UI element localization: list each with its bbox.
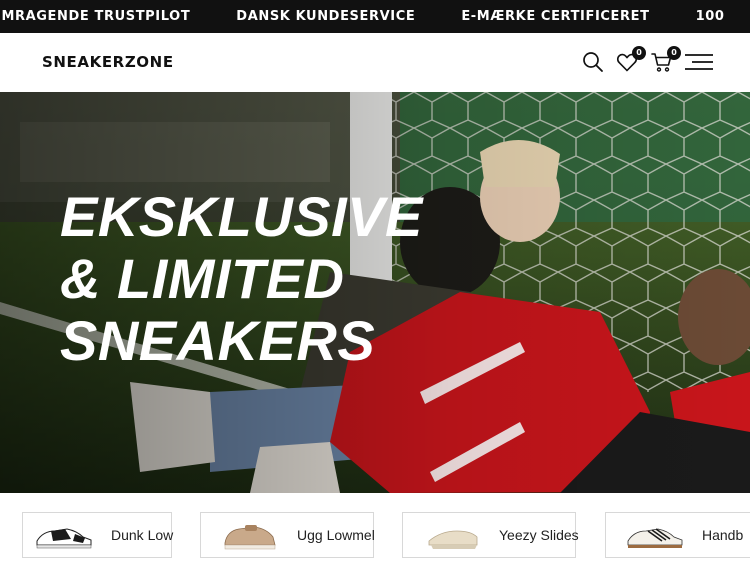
hero-heading: EKSKLUSIVE & LIMITED SNEAKERS bbox=[60, 186, 480, 372]
search-icon bbox=[583, 52, 603, 72]
sneaker-thumbnail bbox=[428, 530, 478, 549]
category-label: Yeezy Slides bbox=[499, 527, 579, 543]
announcement-track: EMRAGENDE TRUSTPILOT DANSK KUNDESERVICE … bbox=[0, 0, 750, 33]
category-carousel: Dunk Low Ugg Lowmel Yeezy Slides Handb bbox=[0, 493, 750, 563]
announcement-item: DANSK KUNDESERVICE bbox=[236, 9, 416, 24]
cart-button[interactable]: 0 bbox=[650, 46, 681, 76]
wishlist-count-badge: 0 bbox=[632, 46, 646, 60]
hero-heading-line: EKSKLUSIVE bbox=[60, 185, 423, 248]
category-card-yeezy-slides[interactable]: Yeezy Slides bbox=[402, 512, 579, 558]
category-card-dunk-low[interactable]: Dunk Low bbox=[22, 512, 174, 558]
category-card-handball[interactable]: Handb bbox=[605, 512, 750, 558]
announcement-item: EMRAGENDE TRUSTPILOT bbox=[0, 9, 191, 24]
category-card-ugg-lowmel[interactable]: Ugg Lowmel bbox=[200, 512, 375, 558]
search-button[interactable] bbox=[581, 50, 607, 76]
hamburger-menu-icon bbox=[685, 54, 713, 70]
sneaker-thumbnail bbox=[627, 528, 683, 548]
sneaker-thumbnail bbox=[224, 525, 276, 550]
hero-banner[interactable]: EKSKLUSIVE & LIMITED SNEAKERS bbox=[0, 92, 750, 493]
cart-count-badge: 0 bbox=[667, 46, 681, 60]
announcement-item: 100 bbox=[695, 9, 725, 24]
menu-button[interactable] bbox=[684, 50, 714, 76]
wishlist-button[interactable]: 0 bbox=[615, 46, 646, 76]
sneaker-thumbnail bbox=[36, 528, 92, 549]
category-label: Handb bbox=[702, 527, 744, 543]
category-label: Ugg Lowmel bbox=[297, 527, 375, 543]
site-header: SNEAKERZONE 0 0 bbox=[0, 33, 750, 92]
hero-heading-line: & LIMITED bbox=[60, 247, 345, 310]
hero-heading-line: SNEAKERS bbox=[60, 309, 376, 372]
category-label: Dunk Low bbox=[111, 527, 174, 543]
announcement-item: E-MÆRKE CERTIFICERET bbox=[461, 9, 650, 24]
announcement-bar: EMRAGENDE TRUSTPILOT DANSK KUNDESERVICE … bbox=[0, 0, 750, 33]
site-logo[interactable]: SNEAKERZONE bbox=[42, 53, 174, 71]
